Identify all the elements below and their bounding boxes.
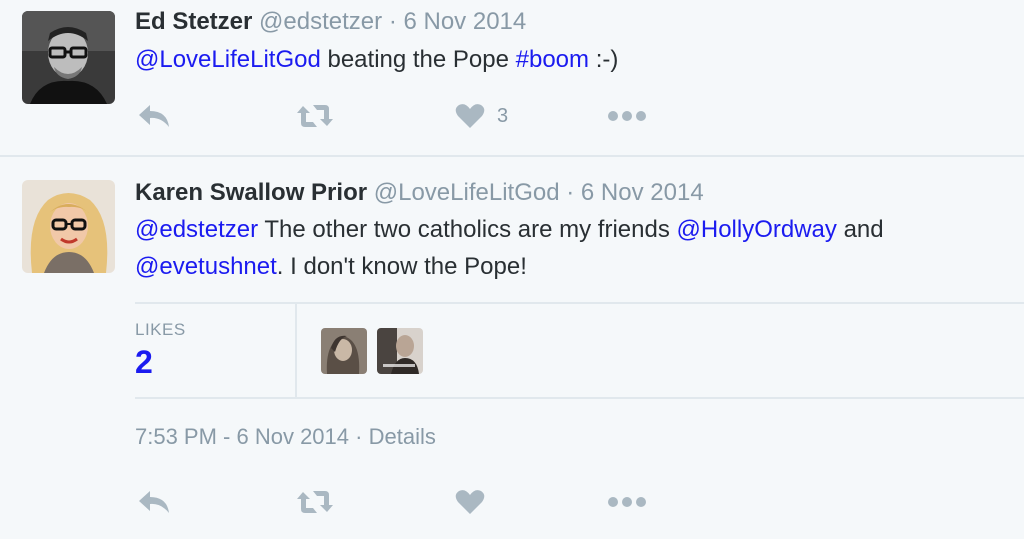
- tweet-text-segment: beating the Pope: [320, 46, 516, 73]
- more-icon: [608, 497, 646, 507]
- likers-list: [321, 328, 423, 374]
- like-button[interactable]: [455, 482, 485, 522]
- liker-photo: [321, 328, 367, 374]
- separator: ·: [388, 8, 397, 35]
- tweet-header: Karen Swallow Prior @LoveLifeLitGod · 6 …: [135, 179, 704, 207]
- like-icon: [455, 104, 485, 128]
- like-count: 3: [497, 104, 509, 127]
- avatar-photo-karen: [22, 180, 115, 273]
- hashtag-link[interactable]: #boom: [516, 46, 589, 73]
- avatar[interactable]: [22, 11, 115, 104]
- mention-link[interactable]: @HollyOrdway: [677, 216, 837, 243]
- separator: ·: [566, 179, 575, 206]
- like-icon: [455, 490, 485, 514]
- mention-link[interactable]: @LoveLifeLitGod: [135, 46, 321, 73]
- retweet-icon: [297, 105, 333, 127]
- author-handle[interactable]: @edstetzer: [259, 8, 382, 35]
- tweet-text-segment: . I don't know the Pope!: [276, 253, 527, 280]
- tweet-stats: LIKES 2: [135, 302, 1024, 399]
- tweet-actions: 3: [135, 96, 655, 136]
- author-handle[interactable]: @LoveLifeLitGod: [374, 179, 560, 206]
- tweet-date[interactable]: 6 Nov 2014: [581, 179, 704, 206]
- liker-avatar[interactable]: [321, 328, 367, 374]
- like-button[interactable]: 3: [455, 96, 508, 136]
- separator: ·: [355, 424, 363, 449]
- tweet-text: @LoveLifeLitGod beating the Pope #boom :…: [135, 41, 1005, 78]
- mention-link[interactable]: @edstetzer: [135, 216, 258, 243]
- retweet-button[interactable]: [295, 96, 335, 136]
- tweet-ed-stetzer: Ed Stetzer @edstetzer · 6 Nov 2014 @Love…: [0, 0, 1024, 156]
- retweet-icon: [297, 491, 333, 513]
- reply-icon: [139, 491, 169, 513]
- liker-avatar[interactable]: [377, 328, 423, 374]
- tweet-timestamp: 7:53 PM - 6 Nov 2014 · Details: [135, 424, 436, 450]
- likes-stat[interactable]: LIKES 2: [135, 304, 297, 397]
- reply-button[interactable]: [137, 482, 171, 522]
- tweet-text-segment: and: [836, 216, 884, 243]
- tweet-karen-swallow-prior: Karen Swallow Prior @LoveLifeLitGod · 6 …: [0, 157, 1024, 539]
- likes-count[interactable]: 2: [135, 344, 153, 381]
- reply-button[interactable]: [137, 96, 171, 136]
- retweet-button[interactable]: [295, 482, 335, 522]
- tweet-text-segment: :-): [589, 46, 619, 73]
- likes-label: LIKES: [135, 320, 186, 339]
- tweet-text: @edstetzer The other two catholics are m…: [135, 211, 1005, 285]
- details-link[interactable]: Details: [369, 424, 436, 449]
- author-name[interactable]: Ed Stetzer: [135, 8, 252, 35]
- liker-photo: [377, 328, 423, 374]
- tweet-date[interactable]: 6 Nov 2014: [403, 8, 526, 35]
- more-icon: [608, 111, 646, 121]
- tweet-text-segment: The other two catholics are my friends: [258, 216, 677, 243]
- timestamp-text[interactable]: 7:53 PM - 6 Nov 2014: [135, 424, 349, 449]
- reply-icon: [139, 105, 169, 127]
- avatar[interactable]: [22, 180, 115, 273]
- more-button[interactable]: [607, 96, 647, 136]
- tweet-header: Ed Stetzer @edstetzer · 6 Nov 2014: [135, 8, 526, 36]
- tweet-actions: [135, 482, 655, 522]
- author-name[interactable]: Karen Swallow Prior: [135, 179, 367, 206]
- avatar-photo-ed: [22, 11, 115, 104]
- more-button[interactable]: [607, 482, 647, 522]
- mention-link[interactable]: @evetushnet: [135, 253, 277, 280]
